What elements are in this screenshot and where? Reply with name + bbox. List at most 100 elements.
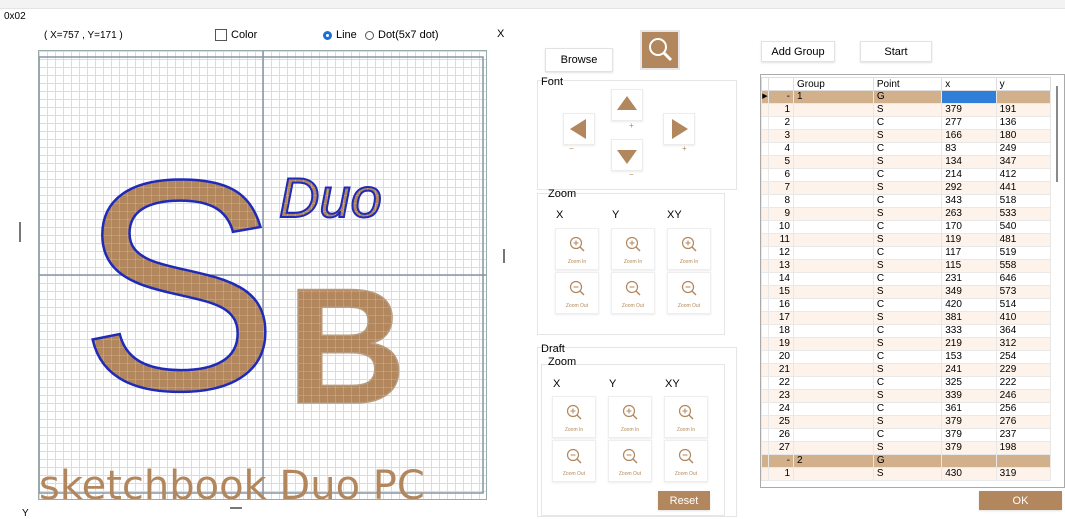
point-cell[interactable]: S xyxy=(872,155,943,169)
group-cell[interactable] xyxy=(793,415,874,429)
row-selector[interactable] xyxy=(761,168,769,182)
table-row[interactable]: 19 S 219 312 xyxy=(761,337,1052,351)
zoom-x-in-button[interactable]: Zoom In xyxy=(555,228,599,270)
x-cell[interactable]: 333 xyxy=(941,324,997,338)
point-cell[interactable]: C xyxy=(872,376,943,390)
point-cell[interactable]: C xyxy=(872,350,943,364)
row-selector[interactable] xyxy=(761,129,769,143)
drawing-canvas[interactable]: S B Duo sketchbook Duo PC xyxy=(38,50,487,500)
row-index[interactable]: 20 xyxy=(768,350,794,364)
row-selector[interactable] xyxy=(761,415,769,429)
y-cell[interactable]: 246 xyxy=(995,389,1052,403)
row-index[interactable]: 15 xyxy=(768,285,794,299)
zoom-xy-out-button[interactable]: Zoom Out xyxy=(667,272,711,314)
table-row[interactable]: 3 S 166 180 xyxy=(761,129,1052,143)
point-cell[interactable]: S xyxy=(872,207,943,221)
group-cell[interactable] xyxy=(793,103,874,117)
group-cell[interactable] xyxy=(793,155,874,169)
row-selector[interactable] xyxy=(761,337,769,351)
x-cell[interactable]: 379 xyxy=(941,103,997,117)
row-index[interactable]: - xyxy=(768,90,794,104)
y-cell[interactable]: 254 xyxy=(995,350,1052,364)
reset-button[interactable]: Reset xyxy=(658,491,710,510)
row-selector[interactable] xyxy=(761,454,769,468)
group-cell[interactable]: 1 xyxy=(793,90,874,104)
zoom-y-out-button[interactable]: Zoom Out xyxy=(611,272,655,314)
point-cell[interactable]: S xyxy=(872,233,943,247)
table-row[interactable]: 17 S 381 410 xyxy=(761,311,1052,325)
row-index[interactable]: 24 xyxy=(768,402,794,416)
draft-xy-out-button[interactable]: Zoom Out xyxy=(664,440,708,482)
row-index[interactable]: 5 xyxy=(768,155,794,169)
y-cell[interactable]: 256 xyxy=(995,402,1052,416)
row-selector[interactable] xyxy=(761,376,769,390)
header-group[interactable]: Group xyxy=(793,77,874,91)
row-selector[interactable] xyxy=(761,142,769,156)
y-cell[interactable]: 312 xyxy=(995,337,1052,351)
zoom-y-in-button[interactable]: Zoom In xyxy=(611,228,655,270)
x-cell[interactable]: 263 xyxy=(941,207,997,221)
y-cell[interactable]: 347 xyxy=(995,155,1052,169)
group-cell[interactable] xyxy=(793,467,874,481)
row-index[interactable]: 9 xyxy=(768,207,794,221)
left-splitter-handle[interactable] xyxy=(19,222,21,242)
x-cell[interactable]: 231 xyxy=(941,272,997,286)
table-group-row[interactable]: -2G xyxy=(761,454,1052,468)
start-button[interactable]: Start xyxy=(860,41,932,62)
row-index[interactable]: 4 xyxy=(768,142,794,156)
group-cell[interactable] xyxy=(793,272,874,286)
point-cell[interactable]: C xyxy=(872,168,943,182)
group-cell[interactable] xyxy=(793,441,874,455)
point-cell[interactable]: C xyxy=(872,194,943,208)
group-cell[interactable] xyxy=(793,194,874,208)
table-row[interactable]: 12 C 117 519 xyxy=(761,246,1052,260)
row-index[interactable]: 25 xyxy=(768,415,794,429)
point-cell[interactable]: S xyxy=(872,415,943,429)
row-selector[interactable] xyxy=(761,389,769,403)
checkbox-box[interactable] xyxy=(215,29,227,41)
row-selector[interactable] xyxy=(761,285,769,299)
row-index[interactable]: 12 xyxy=(768,246,794,260)
table-row[interactable]: 6 C 214 412 xyxy=(761,168,1052,182)
row-selector[interactable] xyxy=(761,103,769,117)
row-index[interactable]: 8 xyxy=(768,194,794,208)
y-cell[interactable]: 229 xyxy=(995,363,1052,377)
draft-x-in-button[interactable]: Zoom In xyxy=(552,396,596,438)
x-cell[interactable]: 379 xyxy=(941,441,997,455)
draft-y-out-button[interactable]: Zoom Out xyxy=(608,440,652,482)
group-cell[interactable] xyxy=(793,376,874,390)
point-cell[interactable]: S xyxy=(872,103,943,117)
row-selector[interactable] xyxy=(761,116,769,130)
table-row[interactable]: 2 C 277 136 xyxy=(761,116,1052,130)
table-row[interactable]: 15 S 349 573 xyxy=(761,285,1052,299)
group-cell[interactable] xyxy=(793,298,874,312)
table-row[interactable]: 23 S 339 246 xyxy=(761,389,1052,403)
point-cell[interactable]: C xyxy=(872,220,943,234)
color-checkbox[interactable]: Color xyxy=(215,29,257,41)
point-cell[interactable]: S xyxy=(872,129,943,143)
draft-y-in-button[interactable]: Zoom In xyxy=(608,396,652,438)
x-cell[interactable]: 349 xyxy=(941,285,997,299)
x-cell[interactable]: 134 xyxy=(941,155,997,169)
y-cell[interactable]: 519 xyxy=(995,246,1052,260)
point-cell[interactable]: C xyxy=(872,324,943,338)
header-x[interactable]: x xyxy=(941,77,997,91)
table-row[interactable]: 22 C 325 222 xyxy=(761,376,1052,390)
table-row[interactable]: 24 C 361 256 xyxy=(761,402,1052,416)
point-cell[interactable]: C xyxy=(872,142,943,156)
x-cell[interactable]: 219 xyxy=(941,337,997,351)
point-cell[interactable]: C xyxy=(872,402,943,416)
x-cell[interactable]: 166 xyxy=(941,129,997,143)
header-point[interactable]: Point xyxy=(872,77,943,91)
row-selector[interactable] xyxy=(761,428,769,442)
y-cell[interactable] xyxy=(995,454,1052,468)
point-cell[interactable]: G xyxy=(872,454,943,468)
row-index[interactable]: 18 xyxy=(768,324,794,338)
group-cell[interactable] xyxy=(793,402,874,416)
row-selector[interactable] xyxy=(761,324,769,338)
x-cell[interactable] xyxy=(941,90,997,104)
table-row[interactable]: 13 S 115 558 xyxy=(761,259,1052,273)
y-cell[interactable]: 481 xyxy=(995,233,1052,247)
table-row[interactable]: 4 C 83 249 xyxy=(761,142,1052,156)
x-cell[interactable]: 379 xyxy=(941,415,997,429)
